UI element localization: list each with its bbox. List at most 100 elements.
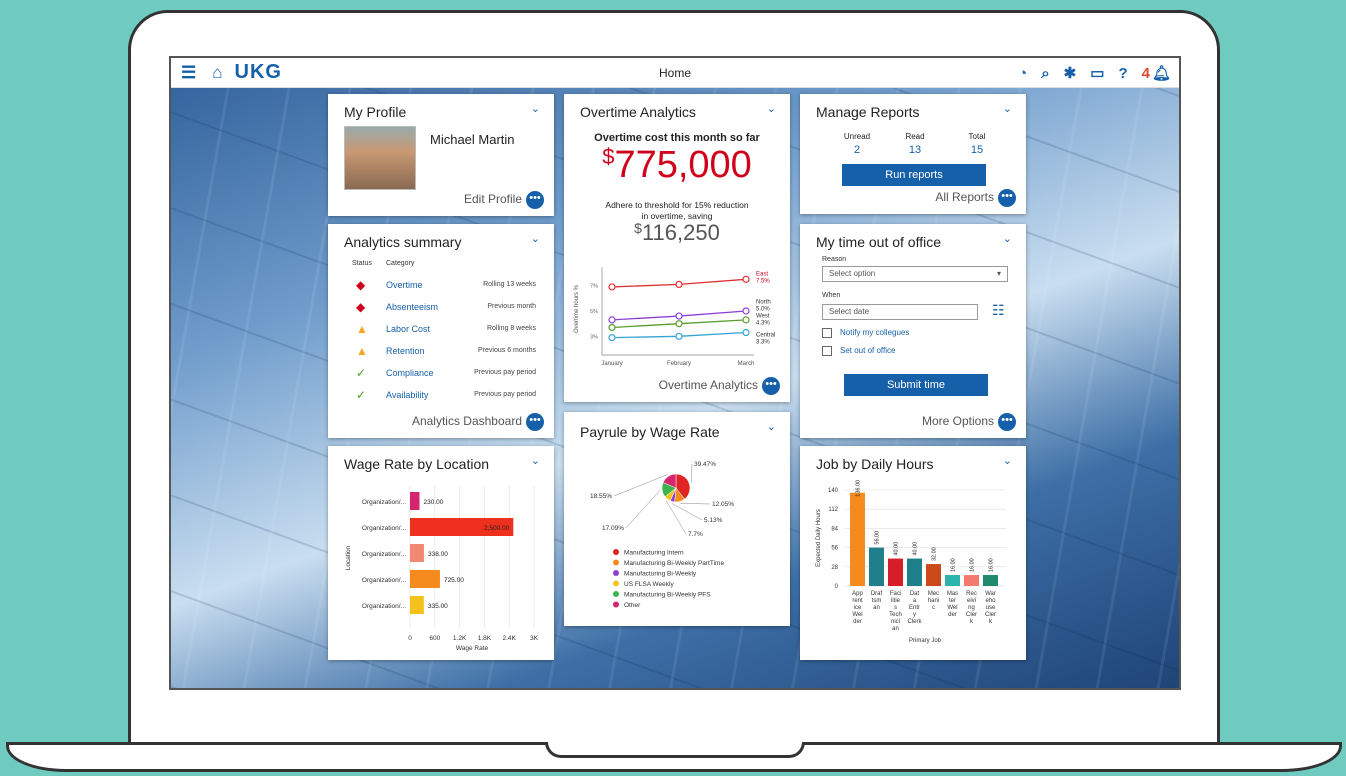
- slice-label: 39.47%: [694, 461, 716, 468]
- more-icon: •••: [526, 191, 544, 209]
- wage-card: Wage Rate by Location ⌄ 0 600 1.2K 1.8K 2.4K…: [328, 446, 554, 660]
- x-tick-label: use: [986, 605, 996, 611]
- analytics-dashboard-link[interactable]: Analytics Dashboard •••: [412, 413, 544, 431]
- overtime-analytics-link[interactable]: Overtime Analytics •••: [659, 377, 780, 395]
- wage-chart: 0 600 1.2K 1.8K 2.4K 3K Wage Rate Location Organ…: [345, 486, 539, 652]
- x-tick-label: a: [913, 598, 917, 604]
- legend-label: Manufacturing Intern: [624, 550, 684, 557]
- all-reports-link[interactable]: All Reports •••: [935, 189, 1016, 207]
- data-point: [742, 316, 750, 324]
- status-header: Status: [352, 260, 372, 267]
- submit-time-button[interactable]: Submit time: [844, 374, 988, 396]
- category-link[interactable]: Availability: [386, 390, 428, 400]
- x-tick-label: Entr: [909, 605, 920, 611]
- x-tick-label: January: [601, 361, 622, 367]
- category-link[interactable]: Labor Cost: [386, 324, 430, 334]
- edit-profile-link[interactable]: Edit Profile •••: [464, 191, 544, 209]
- category-label: Organization/...: [362, 499, 406, 506]
- series-value-label: 5.0%: [756, 306, 770, 312]
- slice-label: 7.7%: [688, 531, 703, 538]
- overtime-amount-block: $775,000: [602, 144, 752, 186]
- payrule-card: Payrule by Wage Rate ⌄ 39.47% 12.05% 5.13%…: [564, 412, 790, 626]
- ukg-logo[interactable]: UKG: [235, 61, 282, 84]
- legend-label: Manufacturing Bi-Weekly PFS: [624, 592, 711, 599]
- bar: [964, 575, 979, 586]
- y-tick-label: 5%: [590, 309, 598, 315]
- x-tick-label: February: [667, 361, 691, 367]
- chevron-down-icon[interactable]: ⌄: [531, 102, 540, 115]
- category-label: Organization/...: [362, 551, 406, 558]
- chevron-down-icon[interactable]: ⌄: [531, 232, 540, 245]
- gear-icon[interactable]: ✱: [1064, 64, 1077, 82]
- category-label: Organization/...: [362, 603, 406, 610]
- notification-count[interactable]: 4: [1142, 65, 1150, 82]
- series-value-label: 7.5%: [756, 278, 770, 284]
- message-icon[interactable]: ▭: [1090, 64, 1104, 82]
- slice-label: 18.55%: [590, 493, 612, 500]
- date-input[interactable]: Select date: [822, 304, 978, 320]
- chevron-down-icon[interactable]: ⌄: [1003, 232, 1012, 245]
- search-icon[interactable]: ⌕: [1041, 65, 1049, 82]
- calendar-icon[interactable]: ☷: [992, 302, 1005, 319]
- category-link[interactable]: Retention: [386, 346, 425, 356]
- home-icon[interactable]: ⌂: [212, 58, 222, 88]
- timer-icon[interactable]: ◔: [1018, 65, 1027, 82]
- x-tick-label: Cler: [985, 612, 996, 618]
- unread-count[interactable]: 2: [840, 144, 874, 156]
- y-axis-label: Overtime hours %: [574, 284, 580, 333]
- leader-line: [690, 463, 693, 483]
- x-tick-label: hani: [928, 598, 939, 604]
- out-of-office-label[interactable]: Set out of office: [840, 346, 895, 355]
- overtime-subtitle: Overtime cost this month so far: [594, 132, 760, 144]
- unread-label: Unread: [843, 132, 871, 141]
- period-label: Rolling 8 weeks: [486, 325, 536, 332]
- category-link[interactable]: Absenteeism: [386, 302, 438, 312]
- x-tick-label: ter: [949, 598, 956, 604]
- y-tick-label: 84: [831, 526, 838, 532]
- reason-label: Reason: [822, 256, 847, 263]
- chevron-down-icon[interactable]: ⌄: [1003, 102, 1012, 115]
- bar-value-label: 230.00: [424, 499, 444, 506]
- help-icon[interactable]: ?: [1118, 65, 1127, 82]
- run-reports-button[interactable]: Run reports: [842, 164, 986, 186]
- reason-select[interactable]: Select option ▾: [822, 266, 1008, 282]
- category-link[interactable]: Compliance: [386, 368, 434, 378]
- legend-swatch: [613, 591, 619, 597]
- notify-label[interactable]: Notify my collegues: [840, 328, 909, 337]
- hamburger-icon[interactable]: ☰: [181, 58, 196, 88]
- bar: [945, 575, 960, 586]
- category-link[interactable]: Overtime: [386, 280, 423, 290]
- bell-icon[interactable]: 🔔︎: [1152, 64, 1171, 82]
- more-icon: •••: [526, 413, 544, 431]
- slice-label: 5.13%: [704, 517, 723, 524]
- card-title: My time out of office: [816, 234, 942, 250]
- green-status-icon: ✓: [356, 388, 367, 402]
- chevron-down-icon[interactable]: ⌄: [767, 102, 776, 115]
- x-tick-label: Rec: [966, 591, 977, 597]
- x-tick-label: eho: [985, 598, 996, 604]
- bar-value-label: 338.00: [428, 551, 448, 558]
- overtime-amount: 775,000: [614, 144, 752, 186]
- bar-value-label: 136.00: [856, 480, 862, 497]
- notify-checkbox[interactable]: [822, 328, 832, 338]
- x-tick-label: Mas: [947, 591, 958, 597]
- timeout-card: My time out of office ⌄ Reason Select op…: [800, 224, 1026, 438]
- out-of-office-checkbox[interactable]: [822, 346, 832, 356]
- red-status-icon: ◆: [356, 300, 366, 314]
- y-tick-label: 7%: [590, 284, 598, 290]
- x-tick-label: c: [932, 605, 935, 611]
- bar-value-label: 56.00: [875, 531, 881, 545]
- bar: [888, 558, 903, 586]
- more-options-link[interactable]: More Options •••: [922, 413, 1016, 431]
- x-tick-label: y: [913, 612, 916, 618]
- period-label: Rolling 13 weeks: [483, 281, 536, 288]
- x-tick-label: rent: [852, 598, 863, 604]
- read-count[interactable]: 13: [898, 144, 932, 156]
- x-tick-label: k: [989, 619, 993, 625]
- legend-label: Manufacturing Bi-Weekly PartTime: [624, 560, 724, 567]
- data-point: [608, 333, 616, 342]
- overtime-note: Adhere to threshold for 15% reduction in…: [605, 200, 749, 221]
- laptop-notch: [545, 742, 805, 758]
- card-title: Analytics summary: [344, 234, 462, 250]
- total-count[interactable]: 15: [960, 144, 994, 156]
